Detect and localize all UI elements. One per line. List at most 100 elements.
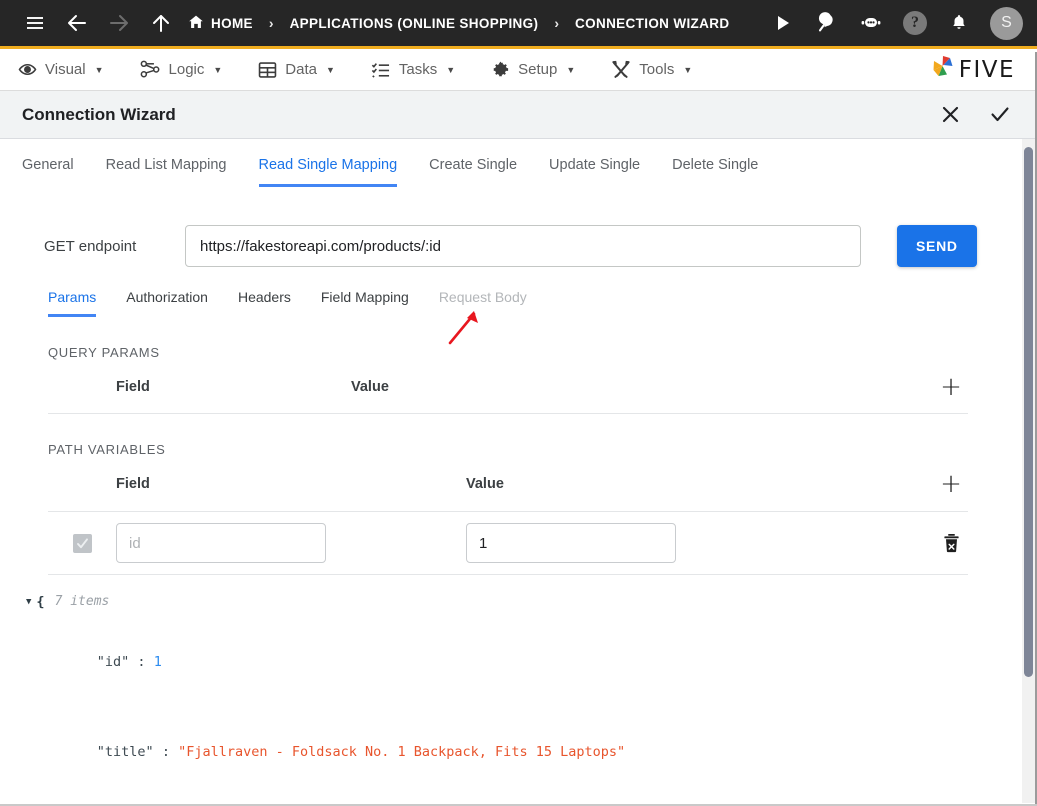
query-params-header-row: Field Value + xyxy=(48,360,968,414)
query-params-col-value: Value xyxy=(351,378,389,395)
subtab-field-mapping[interactable]: Field Mapping xyxy=(321,289,409,317)
path-variable-field-input[interactable] xyxy=(116,523,326,563)
gear-icon xyxy=(491,60,510,79)
subtab-authorization[interactable]: Authorization xyxy=(126,289,208,317)
breadcrumb-label-home: HOME xyxy=(211,15,253,31)
five-logo-mark-icon xyxy=(930,54,956,85)
send-button[interactable]: SEND xyxy=(897,225,977,267)
menu-item-logic[interactable]: Logic ▼ xyxy=(140,60,223,79)
help-icon[interactable]: ? xyxy=(894,2,936,44)
menu-item-visual[interactable]: Visual ▼ xyxy=(18,60,104,79)
delete-row-button[interactable] xyxy=(934,533,968,553)
menu-item-data[interactable]: Data ▼ xyxy=(258,61,335,79)
query-params-table: Field Value + xyxy=(48,360,968,414)
breadcrumb-item-home[interactable]: HOME xyxy=(188,14,253,33)
panel-header: Connection Wizard xyxy=(0,91,1037,139)
breadcrumb-label-applications: APPLICATIONS (ONLINE SHOPPING) xyxy=(289,15,539,31)
breadcrumb-separator: › xyxy=(268,15,274,31)
tab-label: General xyxy=(22,157,74,173)
json-key: "id" xyxy=(96,654,130,670)
plus-icon: + xyxy=(940,371,962,402)
up-arrow-icon[interactable] xyxy=(140,2,182,44)
chevron-down-icon: ▼ xyxy=(446,64,456,75)
tab-create-single[interactable]: Create Single xyxy=(429,157,517,187)
topbar-right-controls: ? S xyxy=(762,2,1023,44)
tab-label: Update Single xyxy=(549,157,641,173)
avatar[interactable]: S xyxy=(990,6,1023,40)
breadcrumb-separator: › xyxy=(554,15,560,31)
subtab-label: Authorization xyxy=(126,289,208,305)
chevron-down-icon: ▼ xyxy=(213,64,223,75)
tab-delete-single[interactable]: Delete Single xyxy=(672,157,758,187)
close-icon[interactable] xyxy=(935,100,965,130)
subtab-headers[interactable]: Headers xyxy=(238,289,291,317)
vertical-scrollbar[interactable] xyxy=(1022,139,1035,803)
json-value: "Fjallraven - Foldsack No. 1 Backpack, F… xyxy=(178,744,626,760)
breadcrumb-label-connection-wizard: CONNECTION WIZARD xyxy=(575,15,730,31)
endpoint-label: GET endpoint xyxy=(44,237,137,255)
notification-bell-icon[interactable] xyxy=(938,2,980,44)
logic-flow-icon xyxy=(140,60,161,79)
subtab-request-body: Request Body xyxy=(439,289,527,317)
path-variable-value-input[interactable] xyxy=(466,523,676,563)
path-variables-col-field: Field xyxy=(116,476,150,492)
json-root-line[interactable]: ▼ { 7 items xyxy=(26,587,1036,617)
path-variables-add-button[interactable]: + xyxy=(934,471,968,497)
menu-item-tools[interactable]: Tools ▼ xyxy=(611,60,692,79)
checklist-icon xyxy=(371,61,391,79)
tab-update-single[interactable]: Update Single xyxy=(549,157,640,187)
endpoint-input[interactable] xyxy=(185,225,861,267)
five-logo: FIVE xyxy=(930,54,1019,85)
menu-item-tasks[interactable]: Tasks ▼ xyxy=(371,61,455,79)
subtab-label: Request Body xyxy=(438,289,527,305)
query-params-add-button[interactable]: + xyxy=(934,374,968,400)
tab-label: Read Single Mapping xyxy=(258,157,398,173)
json-open-brace: { xyxy=(36,594,45,610)
hamburger-menu-icon[interactable] xyxy=(14,2,56,44)
forward-arrow-icon[interactable] xyxy=(98,2,140,44)
eye-icon xyxy=(18,60,37,79)
path-variables-section: PATH VARIABLES Field Value + xyxy=(0,414,1036,575)
request-subtabs: Params Authorization Headers Field Mappi… xyxy=(0,267,1036,317)
menu-item-setup[interactable]: Setup ▼ xyxy=(491,60,575,79)
breadcrumb-item-connection-wizard[interactable]: CONNECTION WIZARD xyxy=(575,16,729,31)
json-item-count: 7 items xyxy=(54,594,110,609)
confirm-check-icon[interactable] xyxy=(985,100,1015,130)
page-title: Connection Wizard xyxy=(22,104,176,124)
tab-general[interactable]: General xyxy=(22,157,74,187)
menu-label-tools: Tools xyxy=(639,61,675,78)
query-params-title: QUERY PARAMS xyxy=(48,345,160,360)
subtab-label: Headers xyxy=(237,289,291,305)
menu-label-visual: Visual xyxy=(45,61,86,78)
panel-actions xyxy=(935,100,1015,130)
query-params-col-field: Field xyxy=(116,378,150,395)
help-glyph: ? xyxy=(903,11,927,35)
json-line-id: "id" : 1 xyxy=(26,617,1036,707)
chevron-down-icon: ▼ xyxy=(325,64,335,75)
menu-label-logic: Logic xyxy=(168,61,205,78)
wizard-tabs: General Read List Mapping Read Single Ma… xyxy=(0,139,1036,189)
table-row xyxy=(48,511,968,575)
subtab-label: Params xyxy=(48,289,97,305)
json-line-title: "title" : "Fjallraven - Foldsack No. 1 B… xyxy=(26,707,1036,797)
collapse-triangle-icon[interactable]: ▼ xyxy=(26,587,31,617)
home-icon xyxy=(188,14,204,33)
breadcrumb-item-applications[interactable]: APPLICATIONS (ONLINE SHOPPING) xyxy=(290,16,539,31)
run-play-icon[interactable] xyxy=(762,2,804,44)
row-checkbox[interactable] xyxy=(48,533,116,553)
chat-bot-icon[interactable] xyxy=(850,2,892,44)
menu-label-data: Data xyxy=(285,61,317,78)
tab-label: Delete Single xyxy=(672,157,759,173)
path-variables-table: Field Value + xyxy=(48,457,968,575)
tab-read-list-mapping[interactable]: Read List Mapping xyxy=(106,157,227,187)
back-arrow-icon[interactable] xyxy=(56,2,98,44)
plus-icon: + xyxy=(940,469,962,499)
subtab-params[interactable]: Params xyxy=(48,289,97,317)
top-navigation-bar: HOME › APPLICATIONS (ONLINE SHOPPING) › … xyxy=(0,0,1037,49)
tab-read-single-mapping[interactable]: Read Single Mapping xyxy=(258,157,398,187)
scrollbar-thumb[interactable] xyxy=(1024,147,1033,677)
json-separator: : xyxy=(129,654,154,670)
chevron-down-icon: ▼ xyxy=(683,64,693,75)
search-chat-icon[interactable] xyxy=(806,2,848,44)
breadcrumb: HOME › APPLICATIONS (ONLINE SHOPPING) › … xyxy=(188,14,729,33)
